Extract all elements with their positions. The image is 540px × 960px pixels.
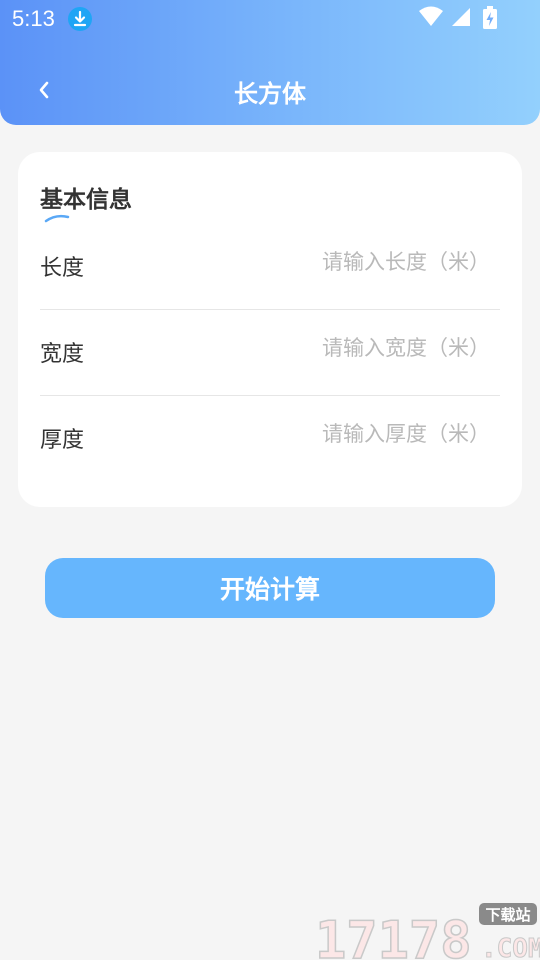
status-bar: 5:13 <box>0 0 540 40</box>
signal-icon <box>452 8 470 26</box>
thickness-label: 厚度 <box>40 428 85 453</box>
watermark-domain: .COM <box>481 934 540 960</box>
wifi-icon <box>419 6 443 26</box>
length-field-row: 长度 <box>40 224 500 310</box>
watermark-number: 17178 <box>315 911 472 960</box>
nav-bar: 长方体 <box>0 62 540 122</box>
app-header: 5:13 长方体 <box>0 0 540 125</box>
download-icon <box>68 7 92 31</box>
start-calculation-button[interactable]: 开始计算 <box>45 558 495 618</box>
length-label: 长度 <box>40 256 85 281</box>
thickness-field-row: 厚度 <box>40 396 500 482</box>
width-field-row: 宽度 <box>40 310 500 396</box>
watermark-logo: 17178 下载站 .COM <box>315 903 540 960</box>
status-icons <box>418 6 528 30</box>
battery-charging-icon <box>483 6 497 29</box>
status-time: 5:13 <box>12 6 55 31</box>
card-title: 基本信息 <box>40 187 132 213</box>
watermark-tag: 下载站 <box>485 906 530 924</box>
thickness-input[interactable] <box>230 416 490 452</box>
basic-info-card: 基本信息 长度 宽度 厚度 <box>18 152 522 507</box>
title-underline-mark <box>44 214 70 223</box>
page-title: 长方体 <box>234 80 306 108</box>
length-input[interactable] <box>230 244 490 280</box>
width-input[interactable] <box>230 330 490 366</box>
width-label: 宽度 <box>40 342 85 367</box>
